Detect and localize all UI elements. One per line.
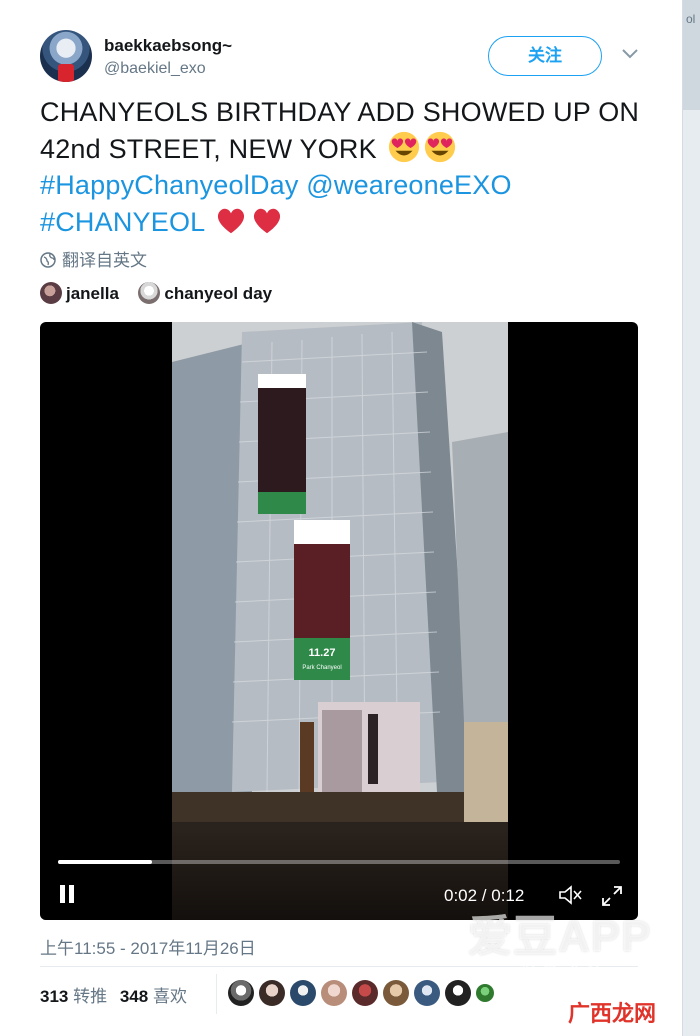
tweet-stats: 313 转推 348 喜欢 — [40, 982, 195, 1007]
user-display-name[interactable]: baekkaebsong~ — [104, 36, 232, 56]
chevron-down-icon[interactable] — [620, 46, 640, 62]
mentioned-user-avatar[interactable] — [40, 282, 62, 304]
video-progress-fill — [58, 860, 152, 864]
liker-avatar[interactable] — [383, 980, 409, 1006]
liker-avatar[interactable] — [352, 980, 378, 1006]
hashtag-link[interactable]: #CHANYEOL — [40, 207, 204, 237]
liker-avatars — [228, 980, 499, 1008]
globe-icon — [40, 252, 56, 268]
tweet-timestamp[interactable]: 上午11:55 - 2017年11月26日 — [40, 934, 256, 959]
follow-button[interactable]: 关注 — [488, 36, 602, 76]
tweet-text-line2: 42nd STREET, NEW YORK — [40, 134, 377, 164]
video-progress-bar[interactable] — [58, 860, 620, 864]
likes-count[interactable]: 348 — [120, 987, 148, 1006]
divider — [216, 974, 217, 1014]
billboard-date: 11.27 — [309, 647, 336, 659]
translate-label: 翻译自英文 — [62, 251, 147, 270]
adjacent-panel: ol — [682, 0, 700, 1036]
red-heart-emoji-icon — [254, 208, 281, 234]
liker-avatar[interactable] — [445, 980, 471, 1006]
video-player[interactable]: 11.27 Park Chanyeol 0:02 / 0:12 — [40, 322, 638, 920]
avatar[interactable] — [40, 30, 92, 82]
retweets-count[interactable]: 313 — [40, 987, 68, 1006]
liker-avatar[interactable] — [290, 980, 316, 1006]
mentioned-users: janella chanyeol day — [40, 282, 272, 304]
mentioned-user-name[interactable]: janella — [66, 284, 119, 303]
corner-watermark: 广西龙网 — [566, 996, 659, 1028]
tweet-card: baekkaebsong~ @baekiel_exo 关注 CHANYEOLS … — [0, 0, 682, 1036]
liker-avatar[interactable] — [414, 980, 440, 1006]
heart-eyes-emoji-icon — [388, 131, 419, 163]
billboard-name: Park Chanyeol — [302, 665, 341, 671]
translate-link[interactable]: 翻译自英文 — [40, 246, 147, 271]
user-handle[interactable]: @baekiel_exo — [104, 60, 206, 78]
liker-avatar[interactable] — [259, 980, 285, 1006]
pause-icon[interactable] — [56, 882, 78, 906]
adjacent-panel-tab-label: ol — [686, 12, 696, 26]
retweets-label[interactable]: 转推 — [73, 987, 107, 1006]
watermark-logo: 爱豆APP — [468, 912, 652, 961]
mention-link[interactable]: @weareoneEXO — [306, 170, 511, 200]
tweet-text-line1: CHANYEOLS BIRTHDAY ADD SHOWED UP ON — [40, 97, 640, 127]
adjacent-panel-tab[interactable]: ol — [683, 0, 700, 110]
page: ol baekkaebsong~ @baekiel_exo 关注 CHANYEO… — [0, 0, 700, 1036]
red-heart-emoji-icon — [218, 208, 245, 234]
likes-label[interactable]: 喜欢 — [153, 987, 187, 1006]
hashtag-link[interactable]: #HappyChanyeolDay — [40, 170, 299, 200]
heart-eyes-emoji-icon — [424, 131, 455, 163]
liker-avatar[interactable] — [228, 980, 254, 1006]
liker-avatar[interactable] — [321, 980, 347, 1006]
mentioned-user-name[interactable]: chanyeol day — [164, 284, 272, 303]
mentioned-user-avatar[interactable] — [138, 282, 161, 304]
liker-avatar[interactable] — [476, 984, 494, 1002]
watermark-tagline: 追星必备 — [520, 964, 609, 981]
tweet-text: CHANYEOLS BIRTHDAY ADD SHOWED UP ON 42nd… — [40, 94, 660, 240]
